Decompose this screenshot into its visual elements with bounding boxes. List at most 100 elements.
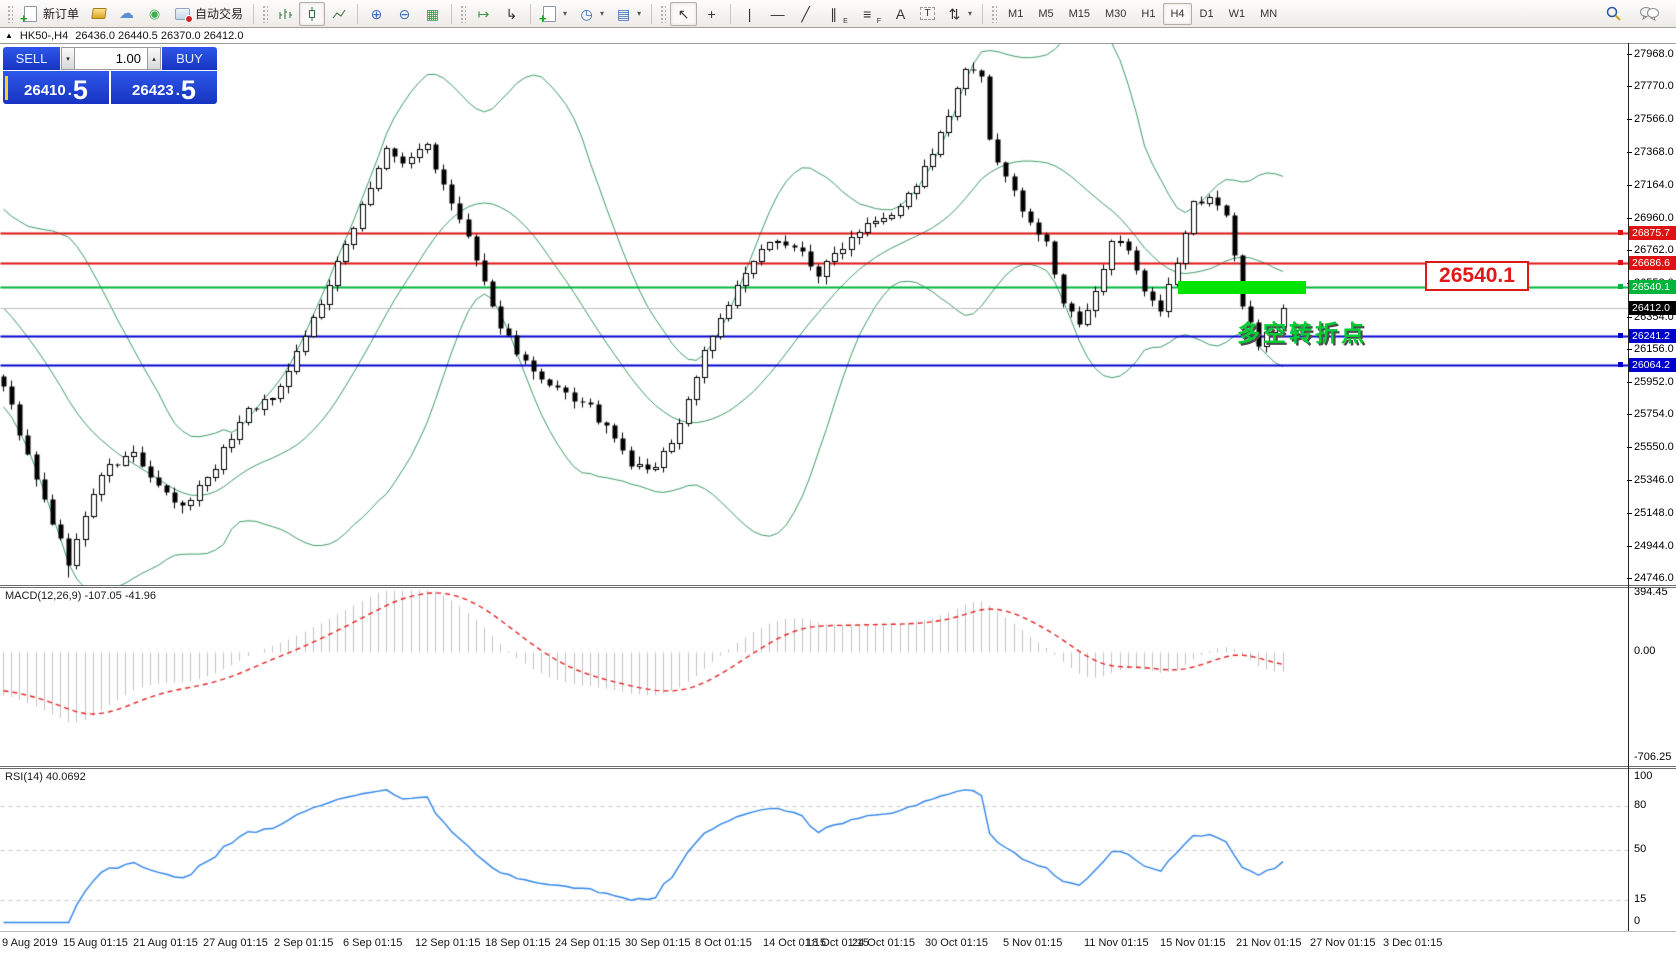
text-label-button[interactable]: T [915, 2, 940, 26]
time-axis-label: 2 Sep 01:15 [274, 937, 333, 949]
vertical-line-icon: | [741, 5, 758, 22]
price-label-resistance-2[interactable]: 26686.6 [1629, 256, 1676, 270]
timeframe-button-m15[interactable]: M15 [1062, 3, 1097, 25]
cloud-icon: ☁ [118, 5, 135, 22]
new-order-button[interactable]: + 新订单 [17, 2, 84, 26]
zoom-out-button[interactable]: ⊖ [391, 2, 418, 26]
level-callout-label[interactable]: 26540.1 [1425, 261, 1529, 291]
time-axis-label: 24 Sep 01:15 [555, 937, 620, 949]
time-axis-label: 27 Nov 01:15 [1310, 937, 1375, 949]
sell-button[interactable]: SELL [3, 47, 60, 70]
buy-price-frac: 5 [181, 79, 196, 102]
dropdown-arrow-icon: ▾ [637, 9, 641, 18]
volume-increase-button[interactable]: ▴ [147, 47, 161, 70]
price-label-resistance-1[interactable]: 26875.7 [1629, 226, 1676, 240]
symbol-period-label: HK50-,H4 [20, 30, 68, 42]
templates-button[interactable]: ▤ ▾ [610, 2, 646, 26]
arrows-icon: ⇅ [946, 5, 963, 22]
autotrade-icon [175, 8, 190, 20]
chart-profiles-button[interactable] [85, 2, 112, 26]
autotrade-button[interactable]: 自动交易 [169, 2, 248, 26]
timeframe-button-h4[interactable]: H4 [1163, 3, 1191, 25]
timeframe-button-mn[interactable]: MN [1253, 3, 1284, 25]
chat-button[interactable] [1635, 2, 1664, 26]
volume-decrease-button[interactable]: ▾ [61, 47, 75, 70]
price-scale-border [1628, 43, 1629, 931]
highlight-zone[interactable] [1178, 281, 1306, 294]
indicators-button[interactable]: + ▾ [536, 2, 572, 26]
tile-windows-button[interactable]: ▦ [419, 2, 446, 26]
auto-scroll-button[interactable]: ↦ [470, 2, 497, 26]
rsi-axis-label: 15 [1634, 893, 1646, 905]
time-axis[interactable]: 9 Aug 201915 Aug 01:1521 Aug 01:1527 Aug… [0, 931, 1676, 953]
candlestick-chart-button[interactable] [299, 2, 325, 26]
line-anchor-marker-support-1[interactable] [1618, 333, 1623, 338]
toolbar-grip[interactable] [660, 5, 666, 23]
cursor-button[interactable]: ↖ [670, 2, 697, 26]
text-button[interactable]: A [887, 2, 914, 26]
timeframe-button-h1[interactable]: H1 [1134, 3, 1162, 25]
sell-price-point: . [66, 83, 73, 102]
time-axis-label: 8 Oct 01:15 [695, 937, 752, 949]
line-anchor-marker-resistance-2[interactable] [1618, 260, 1623, 265]
toolbar-grip[interactable] [991, 5, 997, 23]
signals-button[interactable]: ◉ [141, 2, 168, 26]
rsi-canvas[interactable] [0, 769, 1628, 931]
price-axis-tick: 27368.0 [1634, 146, 1674, 158]
time-axis-label: 18 Sep 01:15 [485, 937, 550, 949]
channel-sub-label: E [843, 18, 848, 25]
fibonacci-button[interactable]: ≡F [854, 2, 886, 26]
line-anchor-marker-resistance-1[interactable] [1618, 230, 1623, 235]
caption-arrow-icon[interactable]: ▲ [5, 31, 13, 40]
sell-price-button[interactable]: 26410.5 [3, 71, 109, 104]
autotrade-label: 自动交易 [195, 5, 243, 22]
zoom-in-button[interactable]: ⊕ [363, 2, 390, 26]
timeframe-button-m5[interactable]: M5 [1031, 3, 1060, 25]
horizontal-line-button[interactable]: — [764, 2, 791, 26]
price-label-support-1[interactable]: 26241.2 [1629, 329, 1676, 343]
macd-canvas[interactable] [0, 588, 1628, 766]
volume-input[interactable] [75, 47, 147, 70]
price-axis-tick: 25148.0 [1634, 507, 1674, 519]
macd-axis-label: -706.25 [1634, 751, 1671, 763]
turning-point-annotation[interactable]: 多空转折点 [1237, 314, 1367, 348]
current-price-label: 26412.0 [1629, 301, 1676, 315]
dropdown-arrow-icon: ▾ [968, 9, 972, 18]
toolbar-grip[interactable] [7, 5, 13, 23]
bar-chart-button[interactable] [272, 2, 298, 26]
rsi-pane: RSI(14) 40.0692 1008050150 [0, 769, 1676, 931]
timeframe-button-m1[interactable]: M1 [1001, 3, 1030, 25]
zoom-out-icon: ⊖ [396, 5, 413, 22]
chart-profiles-icon [91, 8, 107, 19]
chart-workspace: ▲ HK50-,H4 26436.0 26440.5 26370.0 26412… [0, 28, 1676, 953]
search-button[interactable] [1600, 2, 1627, 26]
data-window-button[interactable]: ☁ [113, 2, 140, 26]
line-chart-button[interactable] [326, 2, 352, 26]
tick-direction-marker [5, 76, 8, 100]
price-label-support-2[interactable]: 26064.2 [1629, 358, 1676, 372]
arrows-button[interactable]: ⇅ ▾ [941, 2, 977, 26]
macd-pane: MACD(12,26,9) -107.05 -41.96 394.450.00-… [0, 588, 1676, 766]
price-chart-canvas[interactable] [0, 44, 1628, 585]
toolbar-grip[interactable] [460, 5, 466, 23]
toolbar-grip[interactable] [262, 5, 268, 23]
crosshair-button[interactable]: + [698, 2, 725, 26]
trendline-button[interactable]: ╱ [792, 2, 819, 26]
equidistant-channel-button[interactable]: ∥E [820, 2, 853, 26]
line-anchor-marker-pivot-green[interactable] [1618, 284, 1623, 289]
buy-button[interactable]: BUY [162, 47, 217, 70]
timeframe-button-m30[interactable]: M30 [1098, 3, 1133, 25]
timeframe-button-d1[interactable]: D1 [1193, 3, 1221, 25]
price-label-pivot-green[interactable]: 26540.1 [1629, 280, 1676, 294]
time-axis-label: 24 Oct 01:15 [852, 937, 915, 949]
buy-price-button[interactable]: 26423.5 [111, 71, 217, 104]
time-axis-label: 15 Nov 01:15 [1160, 937, 1225, 949]
line-anchor-marker-support-2[interactable] [1618, 362, 1623, 367]
chart-shift-button[interactable]: ↳ [498, 2, 525, 26]
vertical-line-button[interactable]: | [736, 2, 763, 26]
cursor-icon: ↖ [675, 5, 692, 22]
periods-button[interactable]: ◷ ▾ [573, 2, 609, 26]
price-axis-tick: 26762.0 [1634, 244, 1674, 256]
price-axis-tick: 26960.0 [1634, 212, 1674, 224]
timeframe-button-w1[interactable]: W1 [1222, 3, 1253, 25]
